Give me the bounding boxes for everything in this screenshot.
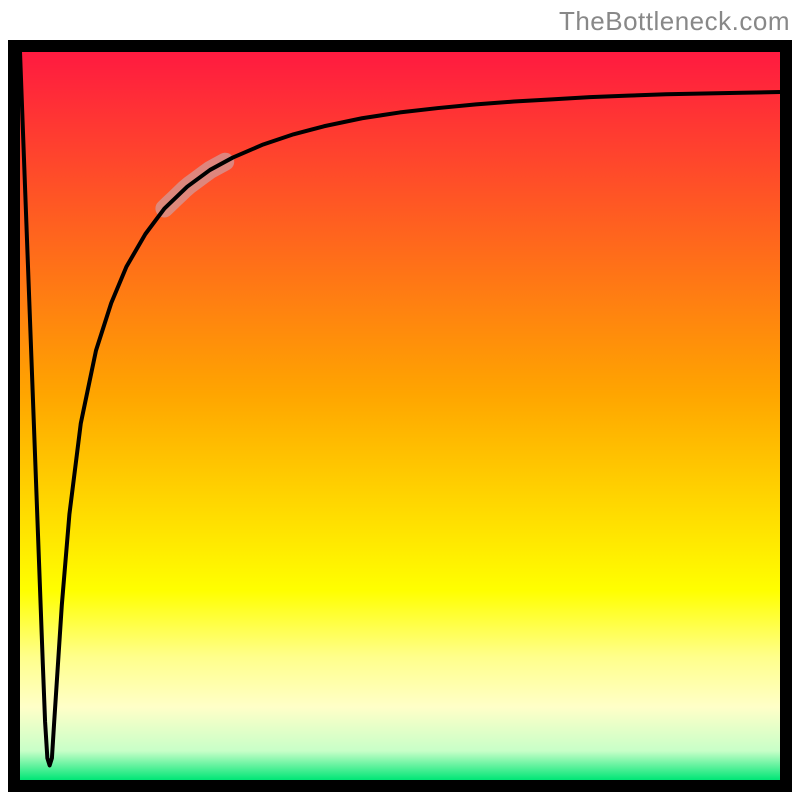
- watermark-text: TheBottleneck.com: [559, 6, 790, 37]
- chart-container: TheBottleneck.com: [0, 0, 800, 800]
- plot-frame: [8, 40, 792, 792]
- plot-background: [20, 52, 780, 780]
- plot-svg: [20, 52, 780, 780]
